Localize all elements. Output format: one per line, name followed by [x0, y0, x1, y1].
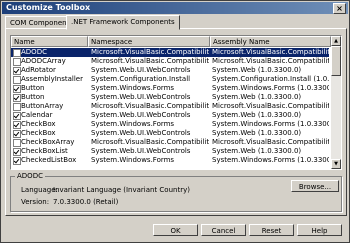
cell-namespace: System.Windows.Forms [91, 156, 175, 164]
cell-name: ADODC [21, 48, 47, 56]
table-row[interactable]: CheckBoxArray Microsoft.VisualBasic.Compa… [11, 138, 329, 147]
column-header-name[interactable]: Name [11, 36, 88, 47]
cell-name: Button [21, 84, 45, 92]
close-icon: × [336, 4, 343, 13]
cell-namespace: System.Windows.Forms [91, 120, 175, 128]
cell-assembly-name: System.Windows.Forms (1.0.3300.0) [212, 84, 329, 92]
cell-name: AssemblyInstaller [21, 75, 83, 83]
cell-assembly-name: System.Configuration.Install (1.0.3300..… [212, 75, 329, 83]
row-checkbox[interactable] [13, 112, 21, 120]
cell-assembly-name: System.Web (1.0.3300.0) [212, 129, 302, 137]
table-row[interactable]: Button System.Web.UI.WebControls System.We… [11, 93, 329, 102]
tab-label: .NET Framework Components [71, 18, 175, 26]
table-row[interactable]: Calendar System.Web.UI.WebControls System.… [11, 111, 329, 120]
cell-namespace: Microsoft.VisualBasic.Compatibility... [91, 102, 209, 110]
column-header-assembly-name[interactable]: Assembly Name [210, 36, 331, 47]
table-row[interactable]: AdRotator System.Web.UI.WebControls System… [11, 66, 329, 75]
close-button[interactable]: × [333, 3, 346, 14]
window-title: Customize Toolbox [6, 3, 91, 12]
row-checkbox[interactable] [13, 49, 21, 57]
row-checkbox[interactable] [13, 85, 21, 93]
scroll-down-icon[interactable]: ▼ [331, 159, 341, 169]
row-checkbox[interactable] [13, 157, 21, 165]
table-row[interactable]: ADODCArray Microsoft.VisualBasic.Compatib… [11, 57, 329, 66]
row-checkbox[interactable] [13, 121, 21, 129]
cell-assembly-name: Microsoft.VisualBasic.Compatibility.Dat.… [212, 57, 329, 65]
row-checkbox[interactable] [13, 103, 21, 111]
cell-assembly-name: Microsoft.VisualBasic.Compatibility (7.0… [212, 138, 329, 146]
cell-name: CheckedListBox [21, 156, 77, 164]
cell-name: CheckBox [21, 120, 56, 128]
language-value: Invariant Language (Invariant Country) [53, 186, 190, 194]
cell-assembly-name: System.Web (1.0.3300.0) [212, 93, 302, 101]
table-row[interactable]: CheckBoxList System.Web.UI.WebControls Sys… [11, 147, 329, 156]
cell-assembly-name: Microsoft.VisualBasic.Compatibility (7.0… [212, 102, 329, 110]
cell-assembly-name: System.Windows.Forms (1.0.3300.0) [212, 120, 329, 128]
scroll-thumb[interactable] [331, 46, 341, 76]
cell-name: CheckBox [21, 129, 56, 137]
table-row[interactable]: CheckedListBox System.Windows.Forms System… [11, 156, 329, 165]
scroll-up-icon[interactable]: ▲ [331, 36, 341, 46]
version-label: Version: [21, 198, 50, 206]
row-checkbox[interactable] [13, 130, 21, 138]
customize-toolbox-dialog: Customize Toolbox × COM Components .NET … [0, 0, 350, 243]
group-title: ADODC [15, 172, 45, 181]
cell-namespace: System.Web.UI.WebControls [91, 66, 191, 74]
cell-namespace: System.Web.UI.WebControls [91, 129, 191, 137]
row-checkbox[interactable] [13, 148, 21, 156]
cell-namespace: System.Configuration.Install [91, 75, 191, 83]
cell-name: Calendar [21, 111, 53, 119]
table-row[interactable]: CheckBox System.Windows.Forms System.Windo… [11, 120, 329, 129]
cell-namespace: Microsoft.VisualBasic.Compatibility... [91, 57, 209, 65]
ok-button[interactable]: OK [153, 224, 198, 236]
title-bar[interactable]: Customize Toolbox × [2, 2, 348, 14]
help-button[interactable]: Help [297, 224, 342, 236]
cell-assembly-name: System.Web (1.0.3300.0) [212, 66, 302, 74]
cell-assembly-name: System.Web (1.0.3300.0) [212, 147, 302, 155]
cell-namespace: System.Windows.Forms [91, 84, 175, 92]
cell-namespace: Microsoft.VisualBasic.Compatibility... [91, 48, 209, 56]
cell-assembly-name: System.Web (1.0.3300.0) [212, 111, 302, 119]
components-list[interactable]: Name Namespace Assembly Name ADODC Micros… [10, 35, 342, 170]
table-row[interactable]: Button System.Windows.Forms System.Windows… [11, 84, 329, 93]
cell-name: AdRotator [21, 66, 56, 74]
tab-label: COM Components [10, 19, 73, 27]
table-row[interactable]: CheckBox System.Web.UI.WebControls System.… [11, 129, 329, 138]
table-row[interactable]: ADODC Microsoft.VisualBasic.Compatibility… [11, 48, 329, 57]
cancel-button[interactable]: Cancel [201, 224, 246, 236]
tab-panel: Name Namespace Assembly Name ADODC Micros… [5, 28, 347, 216]
cell-assembly-name: Microsoft.VisualBasic.Compatibility.Dat.… [212, 48, 329, 56]
table-row[interactable]: AssemblyInstaller System.Configuration.In… [11, 75, 329, 84]
row-checkbox[interactable] [13, 67, 21, 75]
row-checkbox[interactable] [13, 139, 21, 147]
row-checkbox[interactable] [13, 94, 21, 102]
row-checkbox[interactable] [13, 58, 21, 66]
cell-name: ADODCArray [21, 57, 66, 65]
cell-assembly-name: System.Windows.Forms (1.0.3300.0) [212, 156, 329, 164]
table-row[interactable]: ButtonArray Microsoft.VisualBasic.Compati… [11, 102, 329, 111]
tab-net-framework-components[interactable]: .NET Framework Components [66, 15, 180, 30]
cell-name: CheckBoxList [21, 147, 68, 155]
cell-name: ButtonArray [21, 102, 64, 110]
cell-name: Button [21, 93, 45, 101]
reset-button[interactable]: Reset [249, 224, 294, 236]
browse-button[interactable]: Browse... [291, 180, 339, 192]
cell-namespace: System.Web.UI.WebControls [91, 93, 191, 101]
cell-name: CheckBoxArray [21, 138, 75, 146]
cell-namespace: System.Web.UI.WebControls [91, 111, 191, 119]
version-value: 7.0.3300.0 (Retail) [53, 198, 119, 206]
cell-namespace: Microsoft.VisualBasic.Compatibility... [91, 138, 209, 146]
vertical-scrollbar[interactable]: ▲ ▼ [331, 36, 341, 169]
column-header-namespace[interactable]: Namespace [88, 36, 210, 47]
cell-namespace: System.Web.UI.WebControls [91, 147, 191, 155]
row-checkbox[interactable] [13, 76, 21, 84]
